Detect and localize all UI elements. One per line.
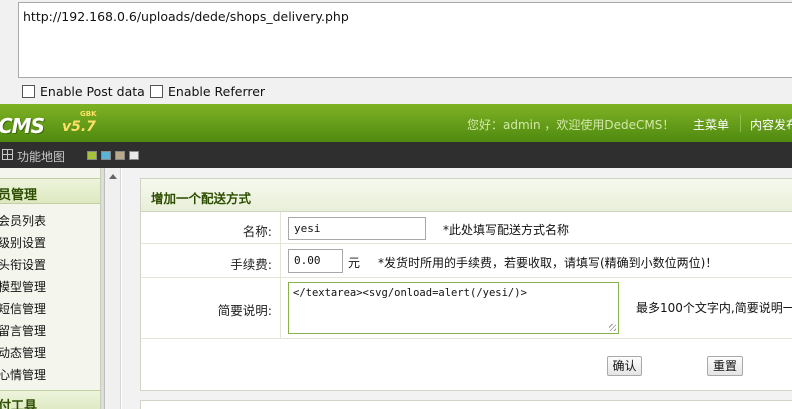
description-text: </textarea><svg/onload=alert(/yesi/)>	[293, 287, 527, 299]
skin-swatch-blue[interactable]	[101, 151, 111, 160]
fee-note: *发货时所用的手续费，若要收取，请填写(精确到小数位两位)！	[378, 256, 718, 270]
sidebar-section-title: 员管理	[0, 188, 38, 203]
hackbar-panel: http://192.168.0.6/uploads/dede/shops_de…	[0, 0, 792, 104]
name-note: *此处填写配送方式名称	[443, 223, 570, 237]
confirm-button[interactable]: 确认	[607, 356, 642, 376]
checkbox-box[interactable]	[22, 85, 35, 98]
grid-icon	[2, 149, 13, 160]
panel-header: 增加一个配送方式	[141, 179, 792, 212]
sidebar-section-title-2: 付工具	[0, 399, 38, 409]
function-bar: 功能地图	[0, 142, 792, 168]
sidebar-section-header-2[interactable]: 付工具	[0, 390, 100, 409]
sidebar-item-mood-management[interactable]: 心情管理	[0, 366, 46, 383]
fee-input[interactable]: 0.00	[288, 249, 343, 273]
sidebar-item-level-settings[interactable]: 级别设置	[0, 234, 46, 251]
skin-swatch-white[interactable]	[129, 151, 139, 160]
logo-version-tag: GBK	[80, 110, 97, 118]
name-input[interactable]: yesi	[288, 217, 426, 240]
secondary-panel	[140, 400, 792, 409]
sidebar-item-activity-management[interactable]: 动态管理	[0, 344, 46, 361]
enable-referrer-checkbox[interactable]: Enable Referrer	[150, 84, 265, 99]
fee-row: 手续费: 0.00 元 *发货时所用的手续费，若要收取，请填写(精确到小数位两位…	[141, 244, 792, 278]
enable-post-checkbox[interactable]: Enable Post data	[22, 84, 145, 99]
sidebar-item-model-management[interactable]: 模型管理	[0, 278, 46, 295]
logo-version: v5.7	[62, 119, 96, 135]
sidebar-item-title-settings[interactable]: 头衔设置	[0, 256, 46, 273]
enable-post-label: Enable Post data	[40, 84, 145, 99]
sidebar-section-header[interactable]: 员管理	[0, 178, 100, 204]
logo: CMS	[0, 114, 45, 138]
cms-header: CMS GBK v5.7 您好：admin ，欢迎使用DedeCMS！ 主菜单 …	[0, 104, 792, 142]
fee-unit: 元	[348, 256, 361, 270]
name-label: 名称:	[141, 212, 281, 243]
description-note: 最多100个文字内,简要说明一	[636, 301, 792, 315]
scroll-up-arrow-icon[interactable]	[109, 174, 117, 179]
url-input[interactable]: http://192.168.0.6/uploads/dede/shops_de…	[18, 2, 792, 78]
welcome-text: 您好：admin ，欢迎使用DedeCMS！	[467, 118, 675, 132]
skin-swatch-green[interactable]	[87, 151, 97, 160]
sidebar-item-sms-management[interactable]: 短信管理	[0, 300, 46, 317]
content-publish-link[interactable]: 内容发布	[750, 116, 792, 133]
checkbox-box[interactable]	[150, 85, 163, 98]
sidebar-item-member-list[interactable]: 会员列表	[0, 212, 46, 229]
main-menu-link[interactable]: 主菜单	[693, 116, 729, 133]
left-sidebar: 员管理 会员列表 级别设置 头衔设置 模型管理 短信管理 留言管理 动态管理 心…	[0, 168, 101, 409]
reset-button[interactable]: 重置	[707, 356, 743, 376]
sidebar-item-message-management[interactable]: 留言管理	[0, 322, 46, 339]
menu-divider	[740, 114, 741, 132]
page-title: 增加一个配送方式	[151, 191, 252, 206]
enable-referrer-label: Enable Referrer	[168, 84, 266, 99]
description-row: 简要说明: </textarea><svg/onload=alert(/yesi…	[141, 278, 792, 339]
main-content: 增加一个配送方式 名称: yesi *此处填写配送方式名称 手续费: 0.00 …	[122, 168, 792, 409]
name-row: 名称: yesi *此处填写配送方式名称	[141, 212, 792, 244]
delivery-form-panel: 增加一个配送方式 名称: yesi *此处填写配送方式名称 手续费: 0.00 …	[140, 178, 792, 391]
function-map-link[interactable]: 功能地图	[17, 148, 65, 165]
description-label: 简要说明:	[141, 278, 281, 338]
vertical-scrollbar[interactable]	[105, 168, 121, 409]
resize-grip-icon[interactable]	[609, 324, 616, 331]
fee-label: 手续费:	[141, 244, 281, 277]
description-textarea[interactable]: </textarea><svg/onload=alert(/yesi/)>	[288, 282, 619, 334]
skin-swatch-tan[interactable]	[115, 151, 125, 160]
